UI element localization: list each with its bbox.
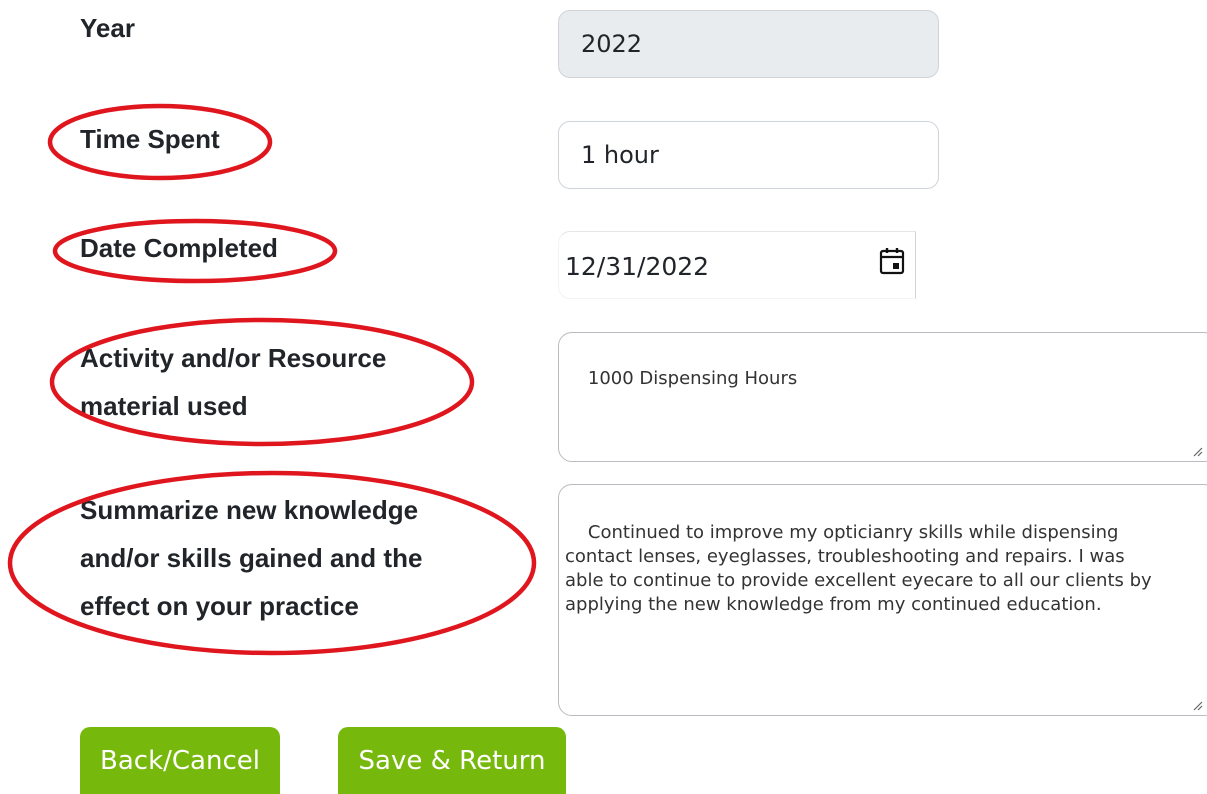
year-field: 2022 (558, 10, 939, 78)
date-completed-value: 12/31/2022 (565, 252, 710, 281)
date-completed-label: Date Completed (80, 233, 278, 263)
summary-label-line1: Summarize new knowledge (80, 495, 419, 525)
summary-text: Continued to improve my opticianry skill… (565, 522, 1152, 615)
summary-textarea[interactable]: Continued to improve my opticianry skill… (558, 484, 1207, 716)
time-spent-label: Time Spent (80, 124, 220, 154)
summary-label: Summarize new knowledge and/or skills ga… (80, 486, 422, 630)
activity-text: 1000 Dispensing Hours (587, 368, 798, 389)
activity-label-line1: Activity and/or Resource (80, 343, 387, 373)
date-completed-input[interactable]: 12/31/2022 (558, 231, 916, 299)
back-cancel-button[interactable]: Back/Cancel (80, 727, 280, 794)
summary-label-line2: and/or skills gained and the (80, 543, 423, 573)
activity-textarea[interactable]: 1000 Dispensing Hours (558, 332, 1207, 462)
activity-label: Activity and/or Resource material used (80, 334, 386, 430)
year-label: Year (80, 13, 135, 43)
summary-label-line3: effect on your practice (80, 591, 359, 621)
save-return-button[interactable]: Save & Return (338, 727, 566, 794)
ce-entry-form: Year 2022 Time Spent 1 hour Date Complet… (0, 0, 1207, 794)
resize-grip-icon[interactable] (1191, 699, 1203, 711)
calendar-icon[interactable] (879, 247, 905, 275)
time-spent-input[interactable]: 1 hour (558, 121, 939, 189)
activity-label-line2: material used (80, 391, 248, 421)
resize-grip-icon[interactable] (1191, 445, 1203, 457)
